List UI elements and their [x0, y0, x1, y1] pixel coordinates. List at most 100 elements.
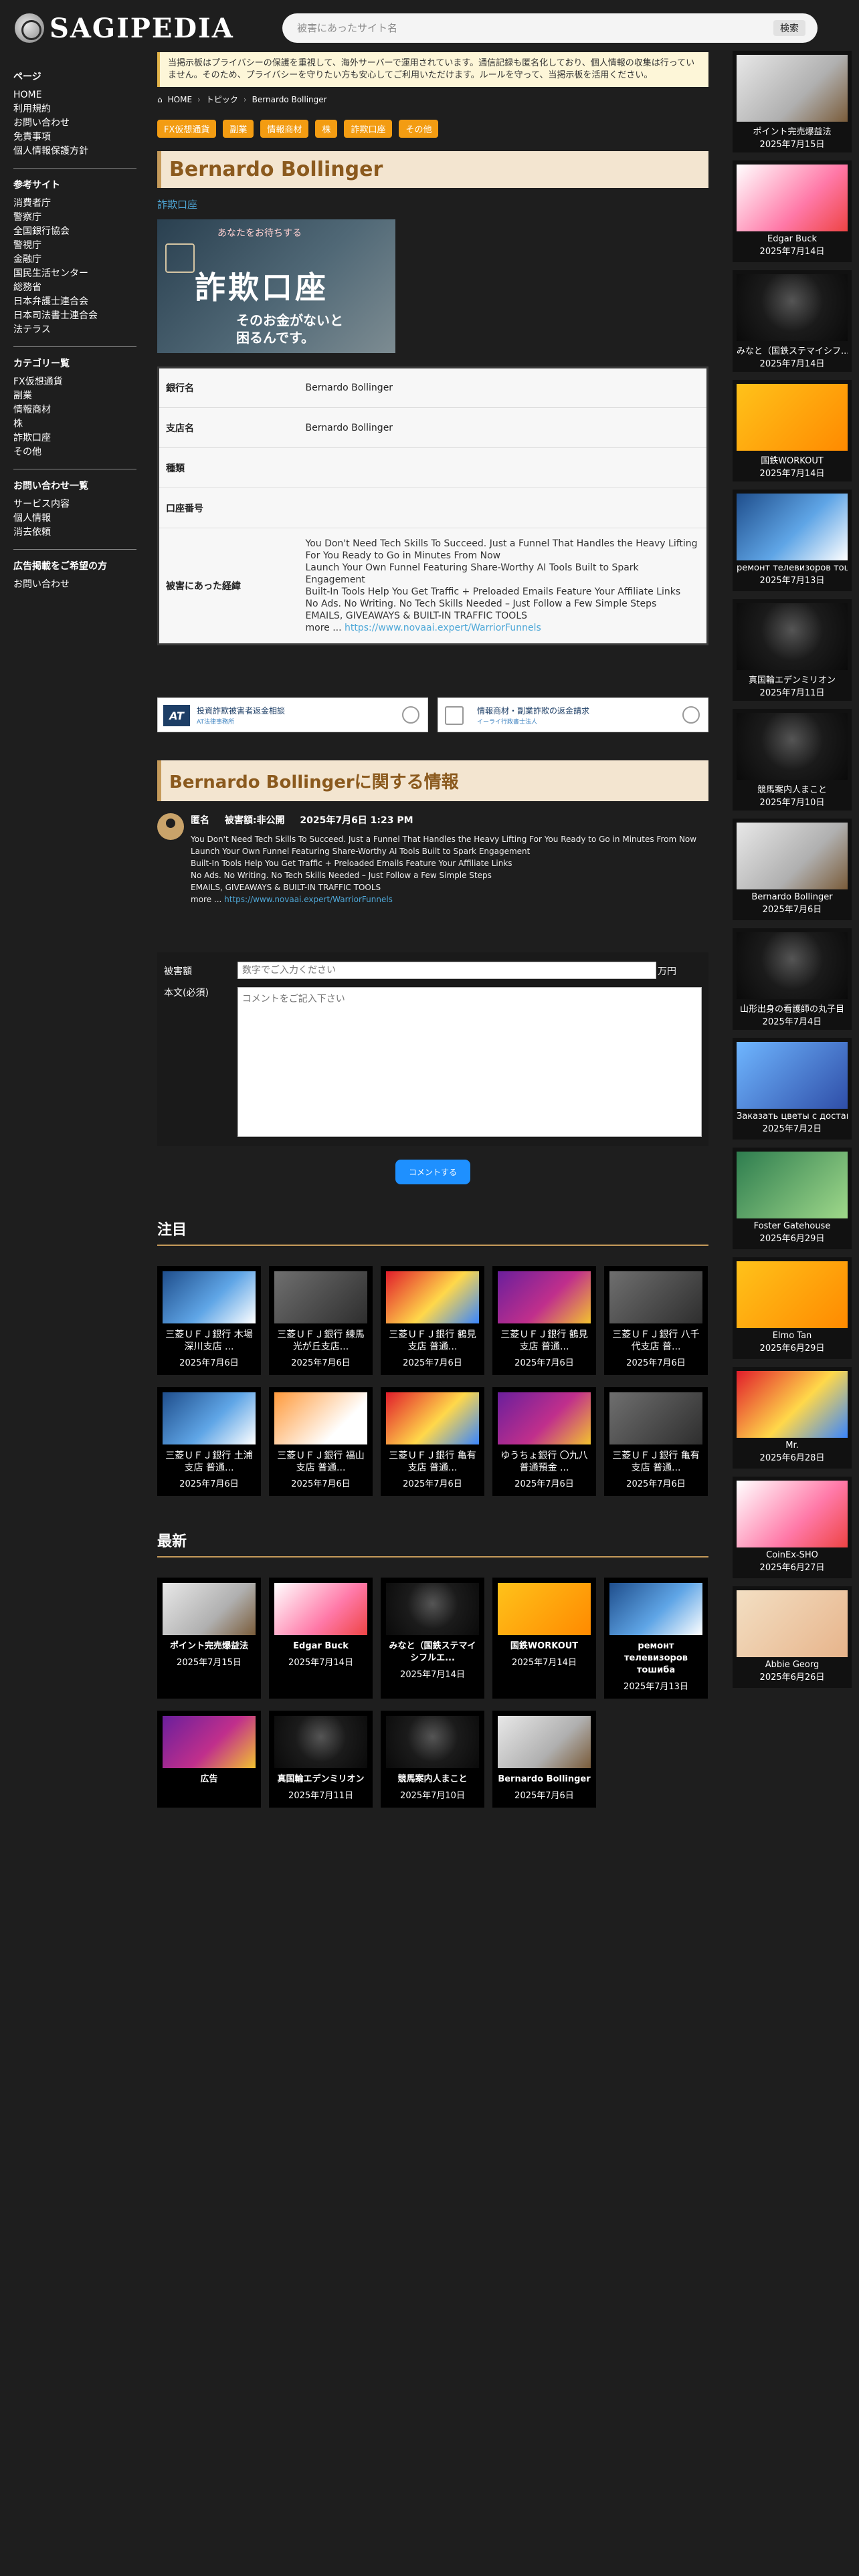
account-number-label: 口座番号 [158, 488, 299, 528]
tag-side-job[interactable]: 副業 [223, 120, 254, 138]
comment-form: 被害額 万円 本文(必須) [157, 952, 708, 1146]
card-thumbnail [737, 384, 848, 451]
sidebar-link[interactable]: 個人情報 [13, 512, 136, 526]
sidebar-article-card[interactable]: Abbie Georg 2025年6月26日 [733, 1586, 852, 1688]
amount-input[interactable] [237, 962, 656, 979]
card-thumbnail [737, 1371, 848, 1438]
sidebar-link[interactable]: サービス内容 [13, 498, 136, 512]
card-thumbnail [386, 1583, 479, 1635]
ad-banner-eli[interactable]: 情報商材・副業詐欺の返金請求 イーライ行政書士法人 [438, 697, 708, 732]
article-card[interactable]: 競馬案内人まこと 2025年7月10日 [381, 1711, 484, 1808]
card-date: 2025年7月15日 [177, 1658, 242, 1668]
tag-info-product[interactable]: 情報商材 [260, 120, 309, 138]
card-title: みなと（国鉄ステマイシフルエ... [389, 1641, 476, 1663]
category-link[interactable]: 詐欺口座 [157, 197, 708, 211]
sidebar-article-card[interactable]: Elmo Tan 2025年6月29日 [733, 1257, 852, 1359]
latest-title: 最新 [157, 1529, 708, 1558]
more-link[interactable]: https://www.novaai.expert/WarriorFunnels [224, 895, 393, 904]
sidebar-article-card[interactable]: Mr. 2025年6月28日 [733, 1367, 852, 1469]
nav-section-title: 参考サイト [13, 180, 60, 191]
article-card[interactable]: 三菱ＵＦＪ銀行 鶴見支店 普通... 2025年7月6日 [492, 1266, 596, 1375]
sidebar-article-card[interactable]: 国鉄WORKOUT 2025年7月14日 [733, 380, 852, 481]
article-card[interactable]: 三菱ＵＦＪ銀行 木場深川支店 ... 2025年7月6日 [157, 1266, 261, 1375]
sidebar-link[interactable]: 個人情報保護方針 [13, 144, 136, 158]
sidebar-article-card[interactable]: みなと（国鉄ステマイシフ... 2025年7月14日 [733, 270, 852, 372]
article-card[interactable]: ремонт телевизоров тошиба 2025年7月13日 [604, 1578, 708, 1699]
tag-other[interactable]: その他 [399, 120, 439, 138]
tag-fx[interactable]: FX仮想通貨 [157, 120, 217, 138]
article-card[interactable]: 三菱ＵＦＪ銀行 土浦支店 普通... 2025年7月6日 [157, 1387, 261, 1496]
card-title: 三菱ＵＦＪ銀行 亀有支店 普通... [389, 1451, 476, 1473]
tag-stock[interactable]: 株 [315, 120, 338, 138]
article-card[interactable]: Bernardo Bollinger 2025年7月6日 [492, 1711, 596, 1808]
sidebar-link[interactable]: その他 [13, 445, 136, 459]
sidebar-article-card[interactable]: Foster Gatehouse 2025年6月29日 [733, 1148, 852, 1249]
article-card[interactable]: 三菱ＵＦＪ銀行 八千代支店 普... 2025年7月6日 [604, 1266, 708, 1375]
article-card[interactable]: 三菱ＵＦＪ銀行 亀有支店 普通... 2025年7月6日 [604, 1387, 708, 1496]
sidebar-article-card[interactable]: 真国輪エデンミリオン 2025年7月11日 [733, 599, 852, 701]
site-logo[interactable]: SAGIPEDIA [15, 11, 234, 45]
sidebar-link[interactable]: 副業 [13, 389, 136, 403]
card-date: 2025年7月6日 [403, 1479, 462, 1489]
sidebar-link[interactable]: 日本司法書士連合会 [13, 309, 136, 323]
sidebar-article-card[interactable]: Bernardo Bollinger 2025年7月6日 [733, 819, 852, 920]
sidebar-link[interactable]: 国民生活センター [13, 267, 136, 281]
damage-label: 被害にあった経緯 [158, 528, 299, 645]
tag-fraud-account[interactable]: 詐欺口座 [344, 120, 393, 138]
article-card[interactable]: 三菱ＵＦＪ銀行 鶴見支店 普通... 2025年7月6日 [381, 1266, 484, 1375]
article-card[interactable]: ゆうちょ銀行 〇九八 普通預金 ... 2025年7月6日 [492, 1387, 596, 1496]
comment-textarea[interactable] [237, 987, 702, 1137]
sidebar-link[interactable]: 利用規約 [13, 102, 136, 116]
amount-row: 被害額 万円 [164, 962, 702, 979]
sidebar-article-card[interactable]: ремонт телевизоров тошиба 2025年7月13日 [733, 490, 852, 591]
sidebar-article-card[interactable]: Заказать цветы с доставкой 2025年7月2日 [733, 1038, 852, 1140]
sidebar-link[interactable]: 金融庁 [13, 253, 136, 267]
sidebar-article-card[interactable]: 山形出身の看護師の丸子目 2025年7月4日 [733, 928, 852, 1030]
sidebar-link[interactable]: 法テラス [13, 323, 136, 337]
submit-comment-button[interactable]: コメントする [395, 1160, 470, 1184]
breadcrumb-topic[interactable]: トピック [206, 94, 238, 105]
sidebar-article-card[interactable]: CoinEx-SHO 2025年6月27日 [733, 1477, 852, 1578]
breadcrumb-home[interactable]: HOME [168, 95, 192, 104]
article-card[interactable]: Edgar Buck 2025年7月14日 [269, 1578, 373, 1699]
article-card[interactable]: ポイント完売爆益法 2025年7月15日 [157, 1578, 261, 1699]
article-card[interactable]: 真国輪エデンミリオン 2025年7月11日 [269, 1711, 373, 1808]
search-input[interactable] [297, 19, 732, 37]
card-title: みなと（国鉄ステマイシフ... [737, 346, 848, 356]
sidebar-link[interactable]: 日本弁護士連合会 [13, 295, 136, 309]
more-prefix: more ... [191, 895, 225, 904]
sidebar-article-card[interactable]: Edgar Buck 2025年7月14日 [733, 160, 852, 262]
article-card[interactable]: 国鉄WORKOUT 2025年7月14日 [492, 1578, 596, 1699]
sidebar-link[interactable]: 株 [13, 417, 136, 431]
card-date: 2025年7月6日 [762, 905, 822, 915]
ad-banners: AT 投資詐欺被害者返金相談 AT法律事務所 情報商材・副業詐欺の返金請求 イー… [157, 697, 708, 732]
card-thumbnail [498, 1583, 591, 1635]
sidebar-link[interactable]: 詐欺口座 [13, 431, 136, 445]
article-card[interactable]: 三菱ＵＦＪ銀行 練馬光が丘支店... 2025年7月6日 [269, 1266, 373, 1375]
sidebar-link[interactable]: 総務省 [13, 281, 136, 295]
sidebar-link[interactable]: 全国銀行協会 [13, 225, 136, 239]
sidebar-link[interactable]: 情報商材 [13, 403, 136, 417]
sidebar-article-card[interactable]: ポイント完売爆益法 2025年7月15日 [733, 51, 852, 152]
article-card[interactable]: みなと（国鉄ステマイシフルエ... 2025年7月14日 [381, 1578, 484, 1699]
nav-divider [13, 168, 136, 169]
sidebar-link[interactable]: 警視庁 [13, 239, 136, 253]
sidebar-link[interactable]: 免責事項 [13, 130, 136, 144]
more-link[interactable]: https://www.novaai.expert/WarriorFunnels [345, 623, 541, 633]
sidebar-link[interactable]: お問い合わせ [13, 578, 136, 592]
card-title: 広告 [200, 1774, 218, 1784]
sidebar-link[interactable]: HOME [13, 88, 136, 102]
card-title: ремонт телевизоров тошиба [624, 1641, 688, 1675]
left-sidebar: ページ HOME 利用規約 お問い合わせ 免責事項 個人情報保護方針 参考サイト 消費者庁 警察… [13, 60, 136, 592]
sidebar-link[interactable]: 消去依頼 [13, 526, 136, 540]
sidebar-link[interactable]: お問い合わせ [13, 116, 136, 130]
article-card[interactable]: 三菱ＵＦＪ銀行 福山支店 普通... 2025年7月6日 [269, 1387, 373, 1496]
sidebar-link[interactable]: 警察庁 [13, 211, 136, 225]
search-button[interactable]: 検索 [773, 20, 805, 36]
sidebar-article-card[interactable]: 競馬案内人まこと 2025年7月10日 [733, 709, 852, 811]
sidebar-link[interactable]: FX仮想通貨 [13, 375, 136, 389]
article-card[interactable]: 広告 [157, 1711, 261, 1808]
ad-banner-at-law[interactable]: AT 投資詐欺被害者返金相談 AT法律事務所 [157, 697, 428, 732]
sidebar-link[interactable]: 消費者庁 [13, 197, 136, 211]
article-card[interactable]: 三菱ＵＦＪ銀行 亀有支店 普通... 2025年7月6日 [381, 1387, 484, 1496]
